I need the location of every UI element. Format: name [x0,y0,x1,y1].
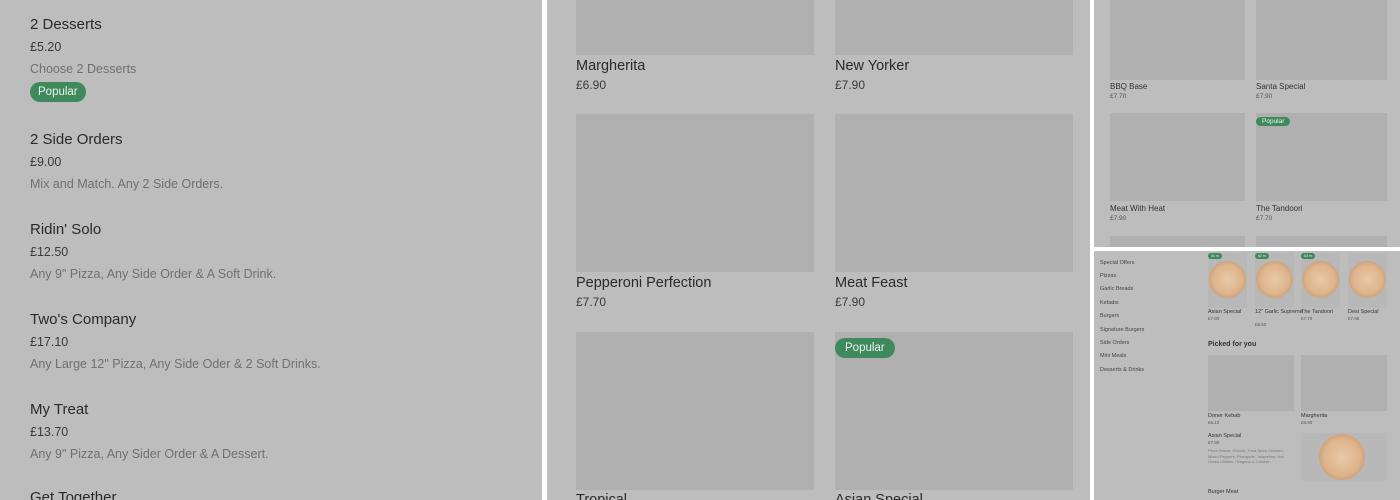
item-description: Choose 2 Desserts [30,62,137,76]
item-description: Pizza Sauce, Onions, Tuna Spicy Chicken,… [1208,448,1284,464]
popular-badge: Popular [1256,117,1291,126]
item-image[interactable] [1301,355,1387,411]
item-name[interactable]: Asian Special [1208,433,1241,439]
item-name[interactable]: Tropical [576,492,627,500]
meal-deals-panel: 2 Desserts £5.20 Choose 2 Desserts Popul… [0,0,542,500]
item-price: £7.90 [1208,316,1220,321]
item-name[interactable]: Meat With Heat [1110,204,1165,213]
item-price: £17.10 [30,335,69,349]
item-image[interactable] [1110,113,1245,201]
nav-item-burgers[interactable]: Burgers [1100,313,1119,319]
item-price: £7.90 [1256,93,1273,100]
item-image[interactable] [1208,355,1294,411]
item-image[interactable] [1256,113,1387,201]
item-price: £8.50 [1255,322,1267,327]
item-image[interactable] [1110,0,1245,80]
menu-item-get-together[interactable]: Get Together [30,489,510,500]
item-description: Any 9" Pizza, Any Sider Order & A Desser… [30,447,269,461]
nav-item-side-orders[interactable]: Side Orders [1100,340,1129,346]
popular-badge: Popular [30,82,86,102]
item-description: Any 9" Pizza, Any Side Order & A Soft Dr… [30,267,277,281]
menu-item-twos-company[interactable]: Two's Company £17.10 Any Large 12" Pizza… [30,311,510,372]
item-price: £7.90 [835,295,866,309]
item-name[interactable]: BBQ Base [1110,82,1147,91]
item-name: 2 Side Orders [30,131,123,148]
section-heading-picked: Picked for you [1208,341,1257,348]
popular-badge: Popular [835,338,895,358]
pizza-image [1256,261,1293,298]
item-name[interactable]: Pepperoni Perfection [576,275,711,291]
pizza-image [1209,261,1246,298]
item-name[interactable]: The Tandoori [1256,204,1303,213]
menu-item-ridin-solo[interactable]: Ridin' Solo £12.50 Any 9" Pizza, Any Sid… [30,221,510,282]
menu-item-my-treat[interactable]: My Treat £13.70 Any 9" Pizza, Any Sider … [30,401,510,462]
store-menu-overview-panel: Special Offers Pizzas Garlic Breads Keba… [1094,251,1400,500]
item-name: 2 Desserts [30,16,102,33]
item-name[interactable]: Burger Meal [1208,489,1238,495]
item-price: £7.70 [576,295,607,309]
pizza-image [1349,261,1386,298]
item-name[interactable]: Doner Kebab [1208,413,1240,419]
item-name[interactable]: Margherita [1301,413,1327,419]
item-price: £7.70 [1301,316,1313,321]
item-name[interactable]: Asian Special [1208,309,1241,315]
item-name[interactable]: Santa Special [1256,82,1305,91]
item-description: Mix and Match. Any 2 Side Orders. [30,177,224,191]
item-price: £9.00 [30,155,62,169]
item-name[interactable]: Meat Feast [835,275,908,291]
item-price: £7.70 [1256,215,1273,222]
nav-item-special-offers[interactable]: Special Offers [1100,260,1134,266]
item-image[interactable] [576,0,814,55]
item-name: Two's Company [30,311,137,328]
item-image[interactable] [1256,236,1387,247]
rank-badge: #2 m [1255,253,1269,259]
item-description: Any Large 12" Pizza, Any Side Oder & 2 S… [30,357,321,371]
pizza-grid-small-panel: BBQ Base £7.70 Santa Special £7.90 Popul… [1094,0,1400,247]
item-name: My Treat [30,401,89,418]
item-name[interactable]: Desi Special [1348,309,1379,315]
item-price: £7.90 [1110,215,1127,222]
item-price: £6.10 [1208,420,1220,425]
nav-item-mini-meals[interactable]: Mini Meals [1100,353,1126,359]
item-name[interactable]: Margherita [576,58,645,74]
item-image[interactable] [835,114,1073,272]
rank-badge: #1 m [1208,253,1222,259]
item-name: Ridin' Solo [30,221,102,238]
item-price: £6.90 [576,78,607,92]
item-image[interactable] [835,0,1073,55]
item-price: £7.70 [1110,93,1127,100]
item-image[interactable] [576,332,814,490]
menu-item-2-desserts[interactable]: 2 Desserts £5.20 Choose 2 Desserts Popul… [30,16,510,102]
item-price: £13.70 [30,425,69,439]
item-price: £12.50 [30,245,69,259]
nav-item-desserts-drinks[interactable]: Desserts & Drinks [1100,367,1144,373]
nav-item-garlic-breads[interactable]: Garlic Breads [1100,286,1133,292]
nav-item-kebabs[interactable]: Kebabs [1100,300,1119,306]
item-name: Get Together [30,489,117,500]
item-image[interactable] [1256,0,1387,80]
item-price: £5.20 [30,40,62,54]
item-price: £7.90 [835,78,866,92]
item-name[interactable]: 12" Garlic Supreme [1255,309,1303,315]
nav-item-pizzas[interactable]: Pizzas [1100,273,1116,279]
pizza-image [1319,434,1365,480]
item-price: £7.90 [1348,316,1360,321]
item-image[interactable] [1110,236,1245,247]
menu-item-2-side-orders[interactable]: 2 Side Orders £9.00 Mix and Match. Any 2… [30,131,510,192]
nav-item-signature-burgers[interactable]: Signature Burgers [1100,327,1144,333]
pizza-image [1302,261,1339,298]
item-name[interactable]: Asian Special [835,492,923,500]
item-image[interactable] [576,114,814,272]
item-name[interactable]: New Yorker [835,58,909,74]
item-price: £6.90 [1301,420,1313,425]
pizza-grid-panel: Margherita £6.90 New Yorker £7.90 Pepper… [547,0,1090,500]
rank-badge: #3 m [1301,253,1315,259]
item-price: £7.90 [1208,440,1220,445]
item-name[interactable]: The Tandoori [1301,309,1333,315]
